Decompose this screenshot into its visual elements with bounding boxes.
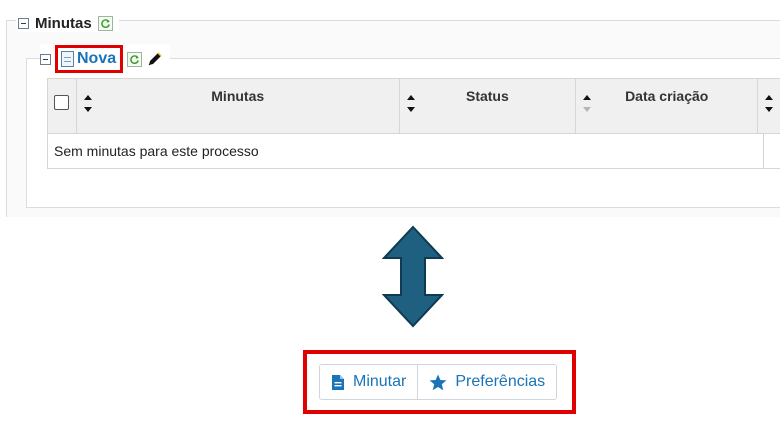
select-all-cell bbox=[48, 79, 76, 133]
double-arrow-vertical-icon bbox=[382, 225, 444, 328]
minutar-button[interactable]: Minutar bbox=[320, 365, 418, 399]
pen-icon[interactable] bbox=[146, 50, 164, 68]
nova-link[interactable]: Nova bbox=[77, 50, 116, 68]
column-header-data-criacao[interactable]: Data criação bbox=[575, 79, 757, 133]
column-header-minutas[interactable]: Minutas bbox=[75, 79, 399, 133]
column-header-extra[interactable] bbox=[757, 79, 780, 133]
collapse-icon[interactable] bbox=[18, 17, 29, 29]
column-label: Minutas bbox=[211, 88, 265, 104]
empty-row: Sem minutas para este processo bbox=[48, 134, 764, 168]
minutas-table: Minutas Status Data criação Sem minutas … bbox=[47, 78, 780, 169]
inner-legend: Nova bbox=[40, 44, 171, 74]
minutas-legend: Minutas bbox=[16, 14, 119, 32]
table-header: Minutas Status Data criação bbox=[48, 79, 780, 134]
refresh-icon[interactable] bbox=[97, 15, 113, 31]
refresh-icon[interactable] bbox=[127, 51, 143, 67]
toolbar-highlight: Minutar Preferências bbox=[303, 350, 576, 414]
preferencias-label: Preferências bbox=[455, 373, 546, 390]
column-label: Status bbox=[465, 88, 509, 104]
sort-icon[interactable] bbox=[764, 95, 774, 119]
select-all-checkbox[interactable] bbox=[54, 95, 70, 110]
nova-highlight: Nova bbox=[55, 45, 124, 73]
column-label: Data criação bbox=[625, 88, 709, 104]
minutas-title: Minutas bbox=[35, 14, 92, 32]
star-icon bbox=[429, 374, 447, 390]
column-header-status[interactable]: Status bbox=[398, 79, 575, 133]
empty-message: Sem minutas para este processo bbox=[54, 143, 259, 159]
button-group: Minutar Preferências bbox=[319, 364, 558, 400]
minutar-label: Minutar bbox=[353, 373, 407, 390]
document-icon bbox=[61, 51, 74, 67]
preferencias-button[interactable]: Preferências bbox=[417, 365, 557, 399]
document-icon bbox=[332, 374, 344, 390]
collapse-icon[interactable] bbox=[40, 53, 51, 65]
